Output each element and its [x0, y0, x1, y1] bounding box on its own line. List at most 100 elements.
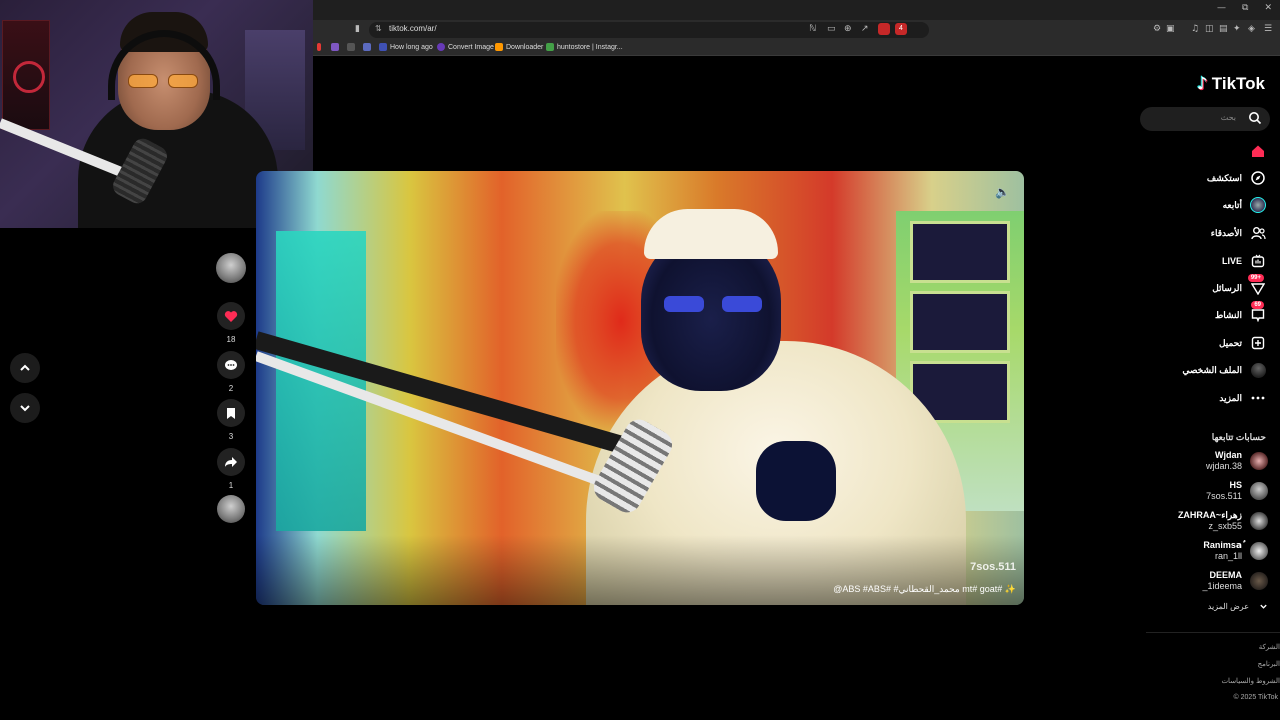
save-count: 3	[228, 432, 234, 441]
bookmark-favicon	[437, 43, 445, 51]
video-person-hand	[756, 441, 836, 521]
upload-icon	[1250, 335, 1266, 351]
following-account[interactable]: DEEMA _1ideema	[1202, 569, 1268, 593]
footer-company-link[interactable]: الشركة	[1259, 643, 1280, 651]
following-account[interactable]: HS 7sos.511	[1206, 479, 1268, 503]
friends-icon	[1250, 225, 1266, 241]
browser-titlebar: — ⧉ ✕	[313, 0, 1280, 20]
browser-toolbar: ▮ ⇅ tiktok.com/ar/ ℕ ▭ ⊕ ↗ 4 ⚙ ▣ ♫ ◫ ▤ ✦…	[313, 20, 1280, 40]
following-account[interactable]: Wjdan wjdan.38	[1206, 449, 1268, 473]
footer-program-link[interactable]: البرنامج	[1258, 660, 1280, 668]
compass-icon	[1250, 170, 1266, 186]
music-icon[interactable]: ♫	[1191, 24, 1199, 34]
vpn-icon[interactable]: ◈	[1248, 24, 1255, 34]
search-icon[interactable]	[1248, 111, 1262, 125]
close-icon[interactable]: ✕	[1264, 3, 1272, 13]
bookmark-page-icon[interactable]: ▮	[355, 24, 360, 34]
search-input[interactable]: بحث	[1140, 107, 1270, 131]
shield-extension-icon[interactable]	[878, 23, 890, 35]
nav-explore[interactable]: استكشف	[1207, 169, 1266, 187]
footer-terms-link[interactable]: الشروط والسياسات	[1221, 677, 1280, 685]
share-button[interactable]	[217, 448, 245, 476]
bookmark-favicon	[546, 43, 554, 51]
messages-badge: 99+	[1247, 274, 1264, 282]
nav-profile[interactable]: الملف الشخصي	[1182, 361, 1266, 379]
screen: — ⧉ ✕ ▮ ⇅ tiktok.com/ar/ ℕ ▭ ⊕ ↗ 4 ⚙ ▣ ♫…	[0, 0, 1280, 720]
like-button[interactable]	[217, 302, 245, 330]
bookmark-icon-red[interactable]	[317, 43, 321, 51]
avatar	[1250, 482, 1268, 500]
ai-icon[interactable]: ✦	[1233, 24, 1241, 34]
bookmark-favicon	[495, 43, 503, 51]
following-account[interactable]: ZAHRAA~زهراء z_sxb55	[1178, 509, 1268, 533]
window-controls: — ⧉ ✕	[1217, 3, 1272, 13]
footer-copyright: © 2025 TikTok	[1233, 694, 1278, 701]
next-video-button[interactable]	[10, 393, 40, 423]
bookmark-favicon	[379, 43, 387, 51]
screenshot-icon[interactable]: ▣	[1166, 24, 1175, 34]
sidebar-icon[interactable]: ◫	[1205, 24, 1214, 34]
save-button[interactable]	[217, 399, 245, 427]
chevron-down-icon	[1260, 604, 1267, 609]
restore-icon[interactable]: ⧉	[1242, 3, 1248, 13]
comment-button[interactable]	[217, 351, 245, 379]
bookmark-how-long-ago[interactable]: How long ago	[379, 43, 433, 51]
nav-home[interactable]	[1242, 142, 1266, 160]
bookmark-downloader[interactable]: Downloader	[495, 43, 543, 51]
following-section-title: حسابات تتابعها	[1211, 432, 1266, 442]
following-account[interactable]: Ranimsaٌ ran_1ll	[1203, 539, 1268, 563]
nav-friends[interactable]: الأصدقاء	[1211, 224, 1266, 242]
video-person-glasses	[664, 296, 764, 314]
notification-extension-icon[interactable]: 4	[895, 23, 907, 35]
bookmark-icon-dark[interactable]	[347, 43, 355, 51]
messages-icon: 99+	[1247, 274, 1266, 296]
avatar	[1250, 452, 1268, 470]
menu-icon[interactable]: ☰	[1264, 24, 1272, 34]
activity-icon: 69	[1250, 301, 1266, 323]
search-placeholder: بحث	[1220, 113, 1236, 122]
previous-video-button[interactable]	[10, 353, 40, 383]
cast-icon[interactable]: ▭	[827, 24, 836, 34]
see-more-button[interactable]: عرض المزيد	[1208, 602, 1268, 611]
video-player[interactable]: 🔈 7sos.511 @ABS #ABS# #محمد_القحطاني mt#…	[256, 171, 1024, 605]
nav-messages[interactable]: الرسائل 99+	[1212, 274, 1266, 297]
orange-glasses	[128, 74, 200, 90]
minimize-icon[interactable]: —	[1217, 3, 1226, 13]
nav-live[interactable]: LIVE	[1222, 252, 1266, 270]
tiktok-note-icon: ♪	[1196, 74, 1208, 94]
bookmark-huntostore[interactable]: huntostore | Instagr...	[546, 43, 623, 51]
nav-following[interactable]: أتابعه	[1223, 196, 1266, 214]
bookmark-convert-image[interactable]: Convert Image	[437, 43, 494, 51]
avatar	[1250, 572, 1268, 590]
share-arrow-icon	[225, 457, 237, 467]
share-icon[interactable]: ↗	[861, 24, 869, 34]
comment-icon	[225, 359, 237, 370]
following-avatar-icon	[1250, 197, 1266, 213]
live-icon	[1250, 253, 1266, 269]
bookmark-icon-link[interactable]	[363, 43, 371, 51]
share-count: 1	[228, 481, 234, 490]
nav-activity[interactable]: النشاط 69	[1215, 301, 1266, 324]
chevron-down-icon	[20, 405, 30, 412]
video-watermark: 7sos.511	[970, 561, 1016, 573]
avatar	[1250, 542, 1268, 560]
nav-upload[interactable]: تحميل	[1219, 334, 1266, 352]
sound-disc-avatar[interactable]	[217, 495, 245, 523]
site-info-icon[interactable]: ⇅	[375, 24, 382, 33]
wallet-icon[interactable]: ▤	[1219, 24, 1228, 34]
profile-icon	[1250, 362, 1266, 378]
bookmark-icon	[227, 407, 235, 419]
like-count: 18	[226, 335, 236, 344]
activity-badge: 69	[1251, 301, 1264, 309]
video-caption[interactable]: @ABS #ABS# #محمد_القحطاني mt# goat# ✨	[833, 584, 1016, 595]
bookmarks-bar: How long ago Convert Image Downloader hu…	[313, 40, 1280, 56]
bookmark-icon-purple[interactable]	[331, 43, 339, 51]
reader-icon[interactable]: ℕ	[809, 24, 816, 34]
creator-avatar[interactable]	[216, 253, 246, 283]
nav-more[interactable]: المزيد	[1219, 389, 1266, 407]
avatar	[1250, 512, 1268, 530]
extensions-icon[interactable]: ⚙	[1153, 24, 1161, 34]
zoom-icon[interactable]: ⊕	[844, 24, 852, 34]
volume-icon[interactable]: 🔈	[995, 185, 1010, 199]
tiktok-logo[interactable]: ♪ TikTok	[1197, 74, 1265, 94]
